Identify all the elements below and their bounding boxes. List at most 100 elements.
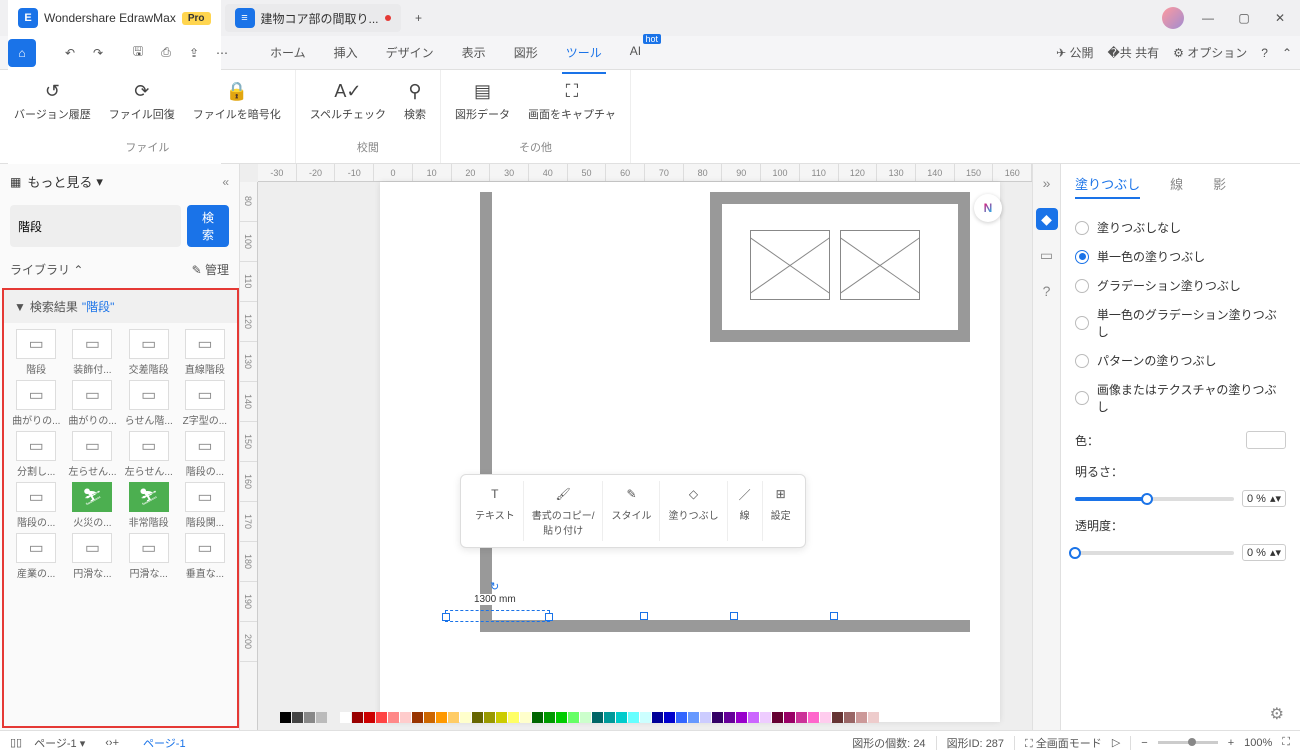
wall-node[interactable]: [730, 612, 738, 620]
wall-node[interactable]: [830, 612, 838, 620]
color-swatch[interactable]: [760, 712, 771, 723]
menu-ai[interactable]: AI hot: [626, 38, 645, 67]
fill-none-radio[interactable]: 塗りつぶしなし: [1075, 213, 1286, 242]
color-swatch[interactable]: [388, 712, 399, 723]
export-button[interactable]: ⇪: [180, 39, 208, 67]
brightness-value[interactable]: 0 %▴▾: [1242, 490, 1286, 507]
color-swatch[interactable]: [820, 712, 831, 723]
fill-image-radio[interactable]: 画像またはテクスチャの塗りつぶし: [1075, 375, 1286, 421]
home-button[interactable]: ⌂: [8, 39, 36, 67]
encrypt-button[interactable]: 🔒ファイルを暗号化: [193, 76, 281, 139]
menu-view[interactable]: 表示: [458, 38, 490, 67]
color-swatch[interactable]: [856, 712, 867, 723]
color-swatch[interactable]: [316, 712, 327, 723]
avatar[interactable]: [1162, 7, 1184, 29]
wall[interactable]: [480, 192, 492, 632]
shape-item[interactable]: ▭階段の...: [179, 431, 231, 478]
color-swatch[interactable]: [736, 712, 747, 723]
canvas-paper[interactable]: 1300 mm ↻: [380, 182, 1000, 722]
color-swatch[interactable]: [496, 712, 507, 723]
color-swatch[interactable]: [832, 712, 843, 723]
color-swatch[interactable]: [664, 712, 675, 723]
menu-home[interactable]: ホーム: [266, 38, 310, 67]
color-swatch[interactable]: [436, 712, 447, 723]
shape-search-button[interactable]: 検索: [187, 205, 229, 247]
wall[interactable]: [480, 620, 970, 632]
room-shape[interactable]: [840, 230, 920, 300]
fullscreen-button[interactable]: ⛶ 全画面モード: [1025, 735, 1102, 751]
doc-tab[interactable]: ≡ 建物コア部の間取り...: [225, 4, 401, 32]
color-swatch[interactable]: [592, 712, 603, 723]
fill-tab-button[interactable]: ◆: [1036, 208, 1058, 230]
color-swatch[interactable]: [544, 712, 555, 723]
ft-style-button[interactable]: ✎スタイル: [603, 481, 660, 541]
shape-data-button[interactable]: ▤図形データ: [455, 76, 510, 139]
zoom-out-button[interactable]: −: [1141, 737, 1147, 749]
color-swatch[interactable]: [472, 712, 483, 723]
undo-button[interactable]: ↶: [56, 39, 84, 67]
color-swatch[interactable]: [796, 712, 807, 723]
color-swatch[interactable]: [784, 712, 795, 723]
color-swatch[interactable]: [808, 712, 819, 723]
search-button[interactable]: ⚲検索: [404, 76, 426, 139]
color-swatch[interactable]: [748, 712, 759, 723]
color-swatch[interactable]: [280, 712, 291, 723]
search-results-header[interactable]: ▼ 検索結果 "階段": [4, 290, 237, 323]
fit-button[interactable]: ⛶: [1282, 736, 1290, 749]
ft-format-button[interactable]: 🖌書式のコピー/ 貼り付け: [524, 481, 604, 541]
color-swatch[interactable]: [424, 712, 435, 723]
fill-gradient-radio[interactable]: グラデーション塗りつぶし: [1075, 271, 1286, 300]
color-swatch[interactable]: [712, 712, 723, 723]
tab-fill[interactable]: 塗りつぶし: [1075, 174, 1140, 199]
ft-settings-button[interactable]: ⊞設定: [763, 481, 799, 541]
color-swatch[interactable]: [532, 712, 543, 723]
color-swatch[interactable]: [724, 712, 735, 723]
brightness-slider[interactable]: [1075, 497, 1234, 501]
ft-text-button[interactable]: Tテキスト: [467, 481, 524, 541]
page-dropdown[interactable]: ページ-1 ▾: [34, 735, 85, 751]
more-button[interactable]: ⋯: [208, 39, 236, 67]
color-swatch[interactable]: [520, 712, 531, 723]
shape-item[interactable]: ▭装飾付...: [66, 329, 118, 376]
ft-line-button[interactable]: ／線: [728, 481, 763, 541]
spellcheck-button[interactable]: A✓スペルチェック: [310, 76, 386, 139]
shape-item[interactable]: ▭分割し...: [10, 431, 62, 478]
color-swatch[interactable]: [400, 712, 411, 723]
zoom-in-button[interactable]: +: [1228, 737, 1234, 749]
print-button[interactable]: ⎙: [152, 39, 180, 67]
color-swatch[interactable]: [844, 712, 855, 723]
new-tab-button[interactable]: +: [405, 4, 433, 32]
color-swatch[interactable]: [772, 712, 783, 723]
color-swatch[interactable]: [868, 712, 879, 723]
help-button[interactable]: ?: [1261, 46, 1268, 60]
page-tab-button[interactable]: ▭: [1036, 244, 1058, 266]
page-tab-active[interactable]: ページ-1: [133, 735, 196, 751]
shape-item[interactable]: ▭交差階段: [123, 329, 175, 376]
menu-shape[interactable]: 図形: [510, 38, 542, 67]
color-swatch[interactable]: [352, 712, 363, 723]
maximize-button[interactable]: ▢: [1232, 6, 1256, 30]
color-swatch[interactable]: [460, 712, 471, 723]
canvas-area[interactable]: -30-20-100102030405060708090100110120130…: [240, 164, 1032, 730]
ai-assistant-button[interactable]: N: [974, 194, 1002, 222]
color-swatch[interactable]: [652, 712, 663, 723]
save-button[interactable]: 🖫: [124, 39, 152, 67]
wall[interactable]: [710, 192, 970, 204]
shape-item[interactable]: ▭階段: [10, 329, 62, 376]
tab-line[interactable]: 線: [1170, 174, 1183, 199]
menu-design[interactable]: デザイン: [382, 38, 438, 67]
fill-pattern-radio[interactable]: パターンの塗りつぶし: [1075, 346, 1286, 375]
collapse-ribbon-button[interactable]: ⌃: [1282, 46, 1292, 60]
color-swatch[interactable]: [676, 712, 687, 723]
menu-tool[interactable]: ツール: [562, 38, 606, 67]
shape-item[interactable]: ▭らせん階...: [123, 380, 175, 427]
publish-button[interactable]: ✈ 公開: [1056, 44, 1093, 61]
shape-item[interactable]: ▭曲がりの...: [66, 380, 118, 427]
transparency-slider[interactable]: [1075, 551, 1234, 555]
transparency-value[interactable]: 0 %▴▾: [1242, 544, 1286, 561]
color-swatch[interactable]: [376, 712, 387, 723]
shape-search-input[interactable]: [10, 205, 181, 247]
tab-shadow[interactable]: 影: [1213, 174, 1226, 199]
color-swatch[interactable]: [688, 712, 699, 723]
wall-node[interactable]: [640, 612, 648, 620]
